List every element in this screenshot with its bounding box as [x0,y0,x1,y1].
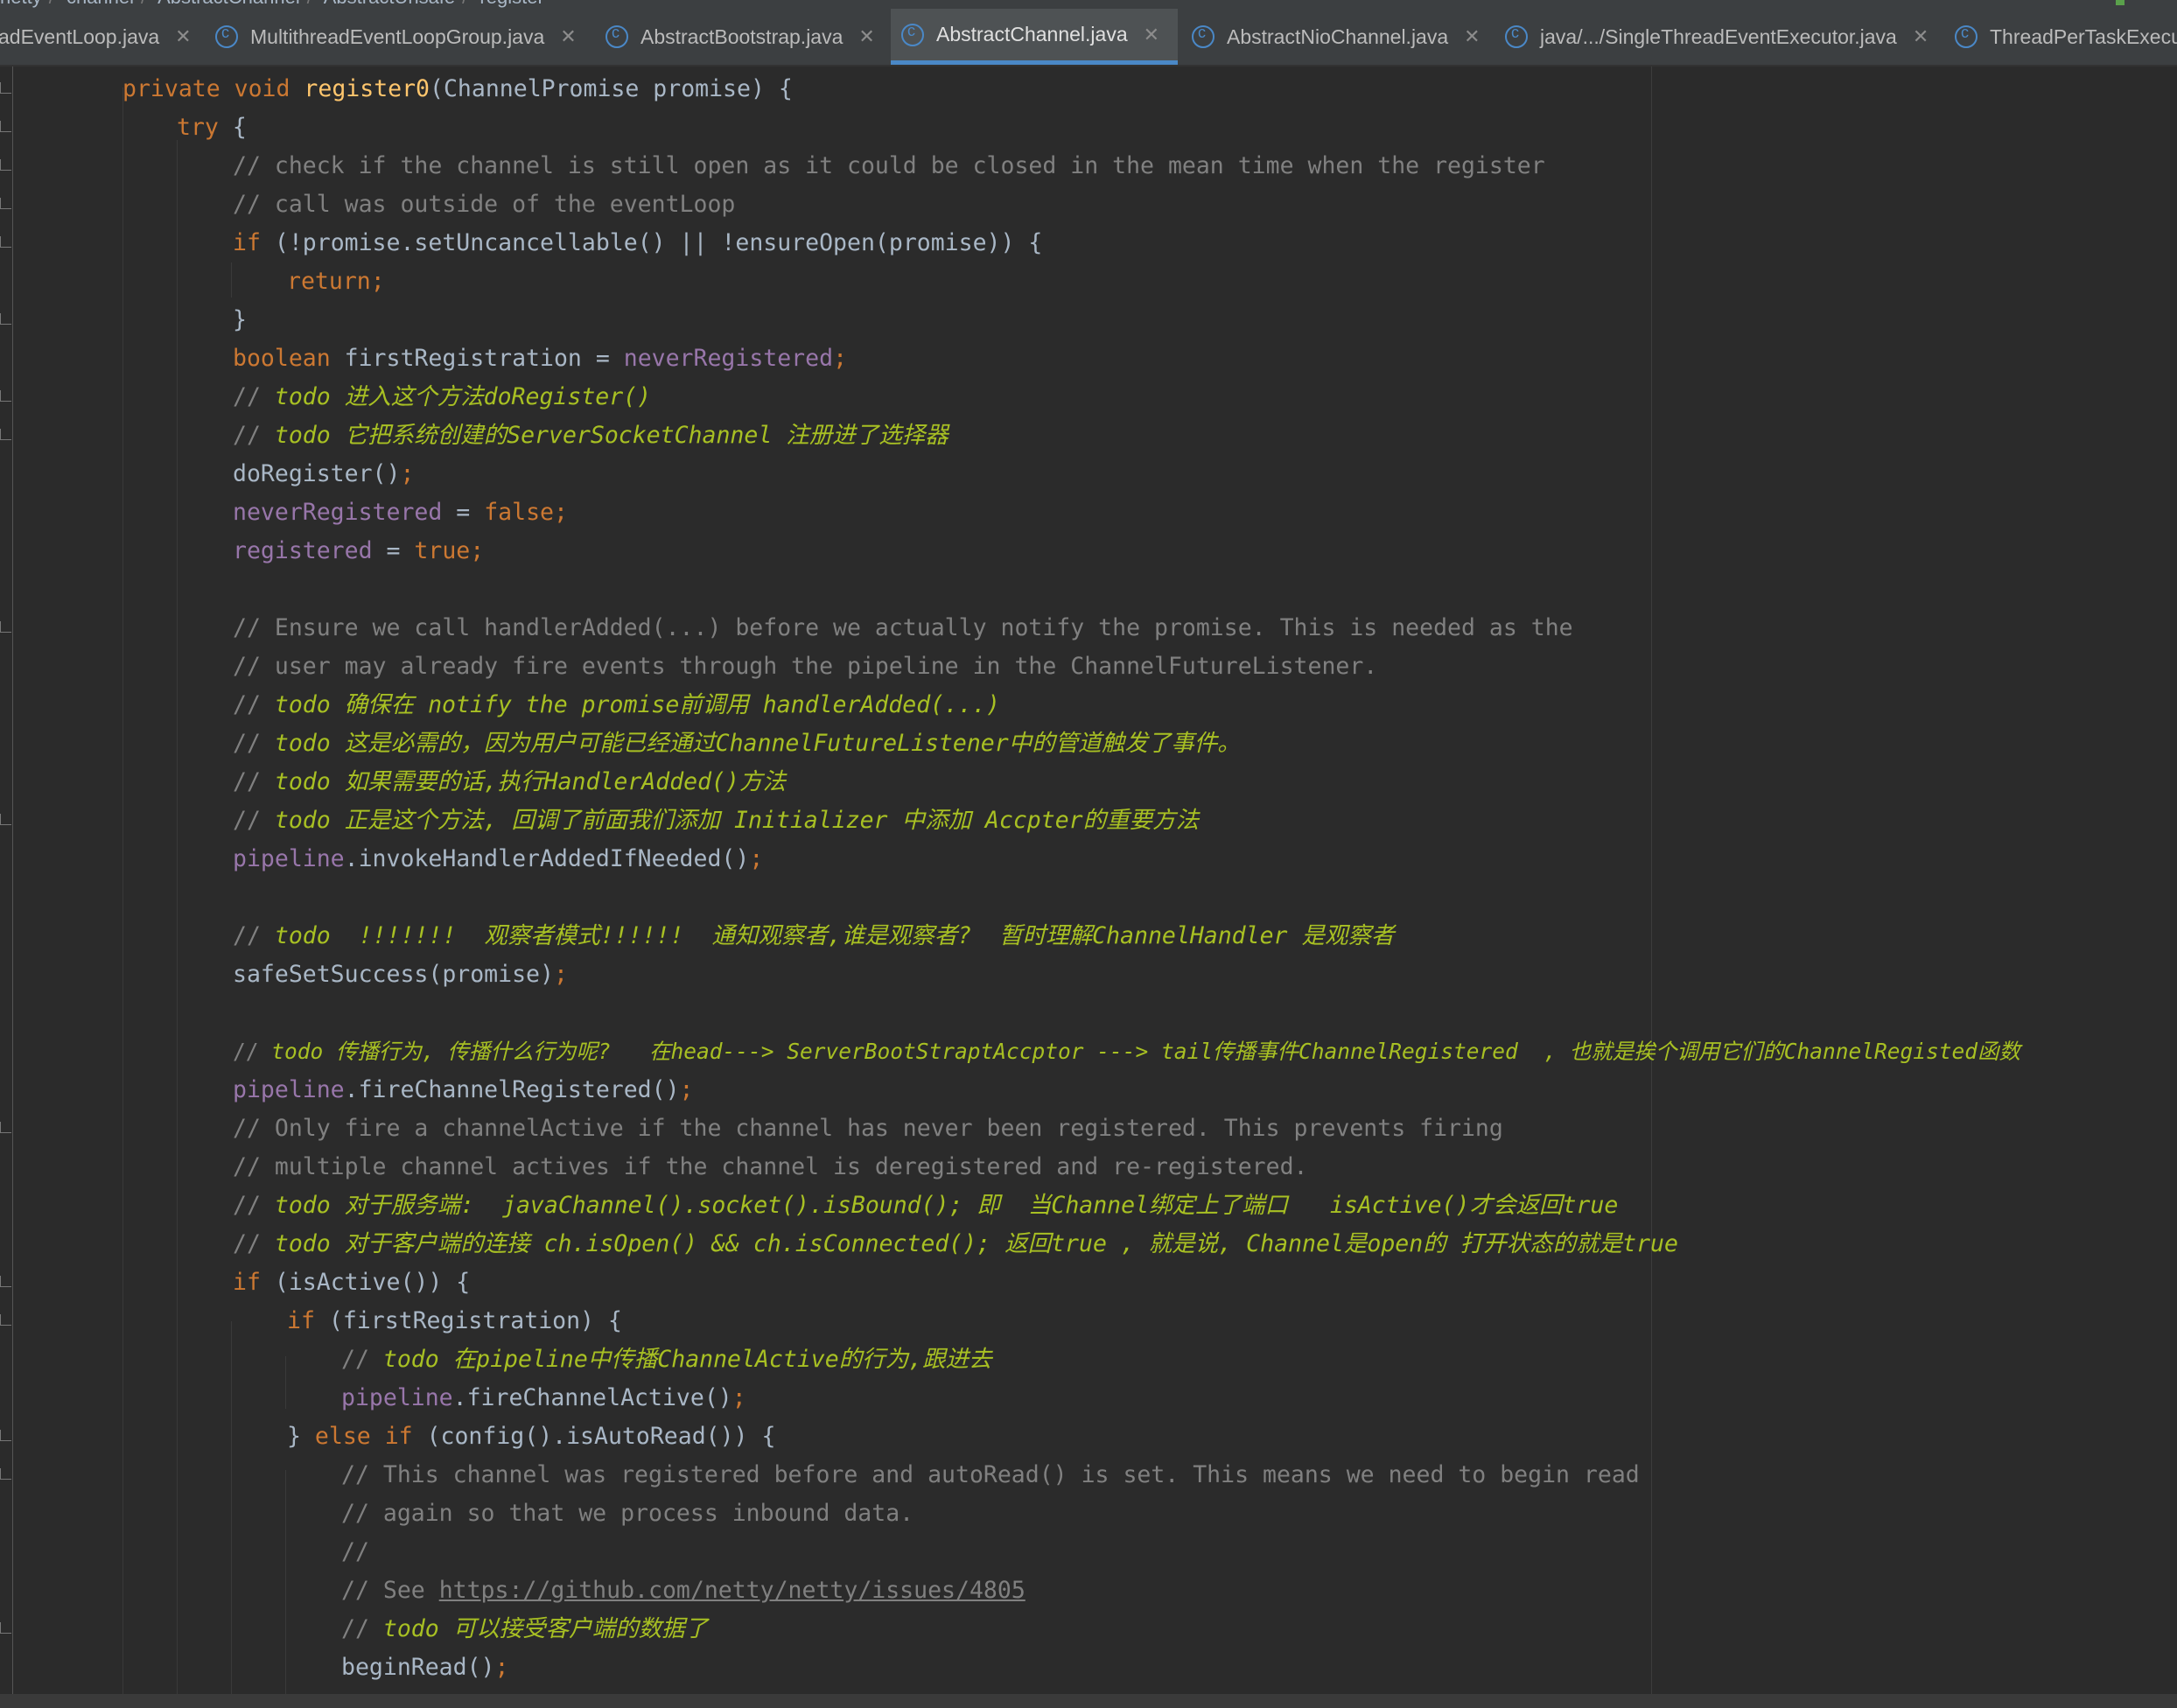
code-comment[interactable]: // Ensure we call handlerAdded(...) befo… [233,609,1573,648]
todo-comment[interactable]: // todo 对于服务端: javaChannel().socket().is… [233,1186,1618,1225]
breadcrumb-item[interactable]: netty [0,0,42,8]
class-icon [606,24,628,48]
class-icon [1955,24,1978,48]
code-line[interactable]: if (!promise.setUncancellable() || !ensu… [233,224,1042,262]
issue-link[interactable]: https://github.com/netty/netty/issues/48… [439,1577,1026,1604]
close-icon[interactable]: ✕ [560,25,576,48]
code-line[interactable]: if (firstRegistration) { [287,1302,622,1340]
inspection-status-icon[interactable] [2116,0,2124,5]
tab-label: AbstractBootstrap.java [640,24,844,48]
tab-label: adEventLoop.java [0,24,160,48]
code-line[interactable]: pipeline.fireChannelActive(); [341,1379,746,1418]
todo-comment[interactable]: // todo 进入这个方法doRegister() [233,378,651,416]
close-icon[interactable]: ✕ [858,25,874,48]
code-line[interactable]: private void register0(ChannelPromise pr… [122,70,793,108]
code-editor[interactable]: private void register0(ChannelPromise pr… [0,66,2177,1694]
code-line[interactable]: safeSetSuccess(promise); [233,956,568,994]
code-comment[interactable]: // [341,1533,369,1572]
todo-comment[interactable]: // todo !!!!!!! 观察者模式!!!!!! 通知观察者,谁是观察者?… [233,917,1394,956]
code-comment[interactable]: // user may already fire events through … [233,648,1377,686]
code-line[interactable]: } [233,301,247,340]
breadcrumb: netty/ channel/ AbstractChannel/ Abstrac… [0,0,2177,9]
breadcrumb-item[interactable]: channel [66,0,134,8]
class-icon [215,24,238,48]
code-comment[interactable]: // call was outside of the eventLoop [233,186,735,224]
code-comment[interactable]: // multiple channel actives if the chann… [233,1148,1308,1186]
class-icon [901,22,924,46]
code-comment[interactable]: // See https://github.com/netty/netty/is… [341,1572,1026,1610]
class-icon [1505,24,1528,48]
todo-comment[interactable]: // todo 如果需要的话,执行HandlerAdded()方法 [233,763,786,802]
breadcrumb-item[interactable]: AbstractUnsafe [324,0,455,8]
code-line[interactable]: try { [177,108,247,147]
class-icon [1192,24,1214,48]
code-comment[interactable]: // This channel was registered before an… [341,1456,1640,1494]
code-comment[interactable]: // again so that we process inbound data… [341,1494,914,1533]
close-icon[interactable]: ✕ [1464,25,1480,48]
tab-abstract-bootstrap[interactable]: AbstractBootstrap.java ✕ [595,9,887,65]
tab-label: AbstractChannel.java [936,23,1128,46]
tab-label: MultithreadEventLoopGroup.java [250,24,545,48]
close-icon[interactable]: ✕ [1913,25,1928,48]
code-line[interactable]: beginRead(); [341,1648,508,1687]
todo-comment[interactable]: // todo 在pipeline中传播ChannelActive的行为,跟进去 [341,1340,992,1379]
code-comment[interactable]: // Only fire a channelActive if the chan… [233,1110,1503,1148]
code-line[interactable]: doRegister(); [233,455,414,494]
tab-abstract-channel[interactable]: AbstractChannel.java ✕ [891,9,1178,65]
todo-comment[interactable]: // todo 这是必需的，因为用户可能已经通过ChannelFutureLis… [233,724,1241,763]
todo-comment[interactable]: // todo 确保在 notify the promise前调用 handle… [233,686,1000,724]
todo-comment[interactable]: // todo 它把系统创建的ServerSocketChannel 注册进了选… [233,416,948,455]
tab-label: AbstractNioChannel.java [1227,24,1449,48]
code-line[interactable]: } else if (config().isAutoRead()) { [287,1418,775,1456]
code-line[interactable]: pipeline.fireChannelRegistered(); [233,1071,694,1110]
tab-event-loop[interactable]: adEventLoop.java ✕ [0,9,198,65]
code-line[interactable]: neverRegistered = false; [233,494,568,532]
code-line[interactable]: pipeline.invokeHandlerAddedIfNeeded(); [233,840,763,878]
todo-comment[interactable]: // todo 对于客户端的连接 ch.isOpen() && ch.isCon… [233,1225,1678,1264]
close-icon[interactable]: ✕ [175,25,191,48]
tab-abstract-nio-channel[interactable]: AbstractNioChannel.java ✕ [1181,9,1488,65]
breadcrumb-item[interactable]: AbstractChannel [158,0,300,8]
tab-label: ThreadPerTaskExecu [1990,24,2177,48]
code-line[interactable]: return; [287,262,385,301]
todo-comment[interactable]: // todo 可以接受客户端的数据了 [341,1610,708,1648]
tab-single-thread-event-executor[interactable]: java/.../SingleThreadEventExecutor.java ✕ [1494,9,1939,65]
breadcrumb-item[interactable]: register [480,0,543,8]
code-line[interactable]: boolean firstRegistration = neverRegiste… [233,340,847,378]
todo-comment[interactable]: // todo 正是这个方法, 回调了前面我们添加 Initializer 中添… [233,802,1199,840]
tab-label: java/.../SingleThreadEventExecutor.java [1540,24,1897,48]
code-line[interactable]: if (isActive()) { [233,1264,470,1302]
tab-multithread-event-loop-group[interactable]: MultithreadEventLoopGroup.java ✕ [205,9,584,65]
horizontal-scrollbar[interactable] [0,1694,2177,1708]
tab-thread-per-task-executor[interactable]: ThreadPerTaskExecu [1944,9,2177,65]
code-comment[interactable]: // check if the channel is still open as… [233,147,1545,186]
todo-comment[interactable]: // todo 传播行为, 传播什么行为呢? 在head---> ServerB… [233,1032,2020,1071]
close-icon[interactable]: ✕ [1144,24,1159,46]
code-line[interactable]: registered = true; [233,532,484,570]
editor-tab-bar: adEventLoop.java ✕ MultithreadEventLoopGr… [0,9,2177,66]
